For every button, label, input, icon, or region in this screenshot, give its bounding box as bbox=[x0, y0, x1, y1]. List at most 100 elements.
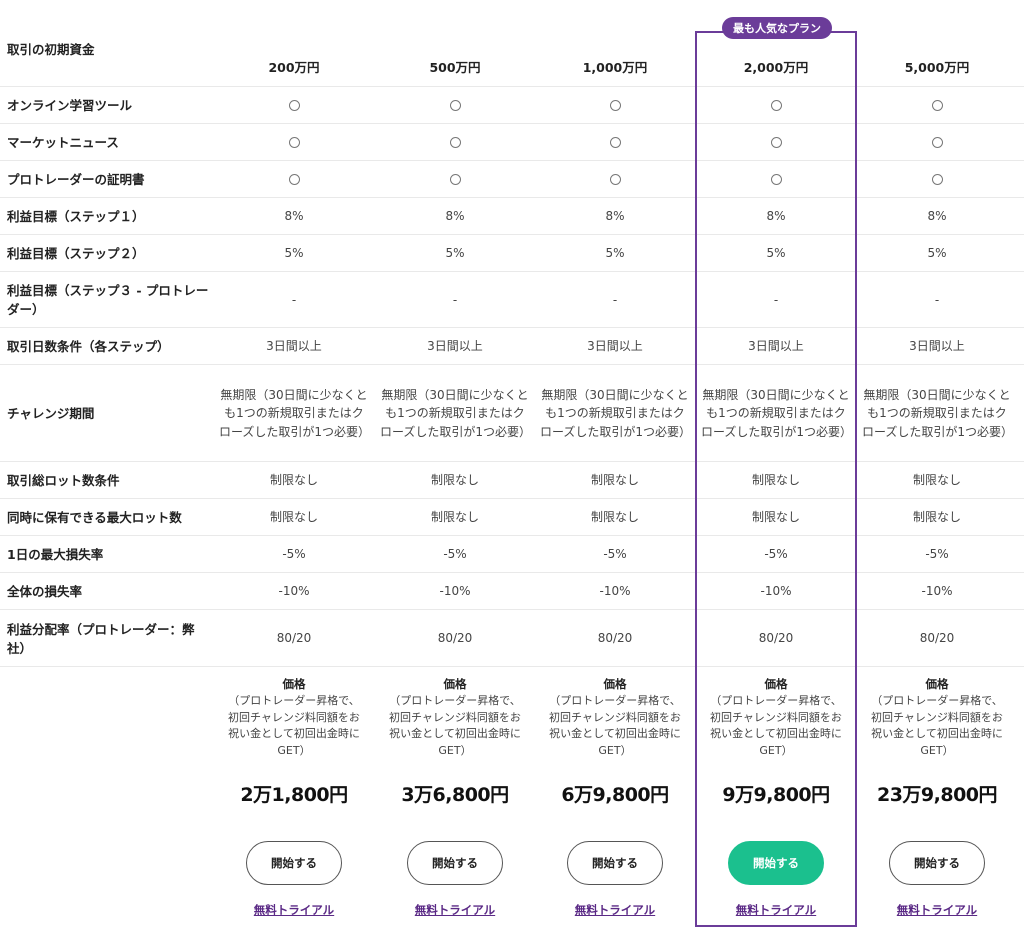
price-title: 価格 bbox=[764, 677, 788, 691]
free-trial-link[interactable]: 無料トライアル bbox=[701, 902, 851, 918]
check-circle-icon: ○ bbox=[288, 174, 300, 185]
table-cell: 制限なし bbox=[380, 499, 530, 536]
table-cell: 無期限（30日間に少なくとも1つの新規取引またはクローズした取引が1つ必要） bbox=[701, 365, 852, 462]
table-cell: ○ bbox=[862, 87, 1012, 124]
cell-value: -10% bbox=[599, 584, 631, 599]
table-cell: 制限なし bbox=[701, 499, 851, 536]
cell-value: - bbox=[291, 292, 297, 307]
table-cell: -5% bbox=[862, 536, 1012, 573]
table-cell: 8% bbox=[219, 198, 369, 235]
price-title: 価格 bbox=[443, 677, 467, 691]
check-circle-icon: ○ bbox=[609, 100, 621, 111]
table-cell: ○ bbox=[219, 124, 369, 161]
table-cell: ○ bbox=[701, 161, 851, 198]
cell-value: 3日間以上 bbox=[587, 339, 643, 354]
row-label: 利益目標（ステップ３ - プロトレーダー） bbox=[7, 283, 209, 317]
cell-value: 制限なし bbox=[269, 473, 318, 488]
cell-value: -5% bbox=[925, 547, 949, 562]
table-cell: 制限なし bbox=[540, 499, 690, 536]
table-cell: 5% bbox=[540, 235, 690, 272]
price-block: 価格 （プロトレーダー昇格で、初回チャレンジ料同額をお祝い金として初回出金時にGE… bbox=[862, 676, 1012, 759]
start-button[interactable]: 開始する bbox=[246, 841, 342, 885]
price-amount: 9万9,800円 bbox=[722, 784, 830, 806]
table-cell: ○ bbox=[701, 87, 851, 124]
row-label: 取引総ロット数条件 bbox=[7, 473, 120, 488]
table-cell: 5% bbox=[701, 235, 851, 272]
table-cell: ○ bbox=[380, 124, 530, 161]
start-button[interactable]: 開始する bbox=[407, 841, 503, 885]
table-cell: 8% bbox=[540, 198, 690, 235]
table-cell: ○ bbox=[701, 124, 851, 161]
price-title: 価格 bbox=[282, 677, 306, 691]
cell-value: 3日間以上 bbox=[748, 339, 804, 354]
cell-value: -10% bbox=[439, 584, 471, 599]
table-cell: 3日間以上 bbox=[219, 328, 369, 365]
price-amount: 2万1,800円 bbox=[240, 784, 348, 806]
table-row: 利益分配率（プロトレーダー：弊社） 80/20 80/20 80/20 80/20 80/… bbox=[0, 610, 1024, 667]
cell-value: 5% bbox=[766, 246, 786, 261]
table-cell: 制限なし bbox=[219, 462, 369, 499]
start-button[interactable]: 開始する bbox=[567, 841, 663, 885]
cell-value: 制限なし bbox=[430, 510, 479, 525]
check-circle-icon: ○ bbox=[449, 174, 461, 185]
cell-value: - bbox=[773, 292, 779, 307]
table-cell: 3日間以上 bbox=[540, 328, 690, 365]
price-block: 価格 （プロトレーダー昇格で、初回チャレンジ料同額をお祝い金として初回出金時にGE… bbox=[540, 676, 690, 759]
start-button[interactable]: 開始する bbox=[728, 841, 824, 885]
table-cell: ○ bbox=[540, 161, 690, 198]
cell-value: 5% bbox=[927, 246, 947, 261]
cell-value: -10% bbox=[921, 584, 953, 599]
check-circle-icon: ○ bbox=[609, 137, 621, 148]
table-row: 取引総ロット数条件 制限なし 制限なし 制限なし 制限なし 制限なし bbox=[0, 462, 1024, 499]
row-label: 同時に保有できる最大ロット数 bbox=[7, 510, 182, 525]
cell-value: 5% bbox=[445, 246, 465, 261]
table-cell: ○ bbox=[862, 124, 1012, 161]
table-cell: 制限なし bbox=[219, 499, 369, 536]
table-cell: -10% bbox=[380, 573, 530, 610]
check-circle-icon: ○ bbox=[288, 137, 300, 148]
table-cell: ○ bbox=[540, 87, 690, 124]
plan-header: 5,000万円 bbox=[904, 59, 970, 75]
row-label: 取引日数条件（各ステップ） bbox=[7, 339, 170, 354]
cell-value: 8% bbox=[766, 209, 786, 224]
row-label: 利益分配率（プロトレーダー：弊社） bbox=[7, 621, 195, 656]
table-row: プロトレーダーの証明書 ○ ○ ○ ○ ○ bbox=[0, 161, 1024, 198]
table-cell: ○ bbox=[380, 87, 530, 124]
check-circle-icon: ○ bbox=[770, 137, 782, 148]
check-circle-icon: ○ bbox=[449, 100, 461, 111]
table-cell: 8% bbox=[380, 198, 530, 235]
row-label: プロトレーダーの証明書 bbox=[7, 172, 145, 187]
table-cell: -5% bbox=[380, 536, 530, 573]
table-row: 取引日数条件（各ステップ） 3日間以上 3日間以上 3日間以上 3日間以上 3日間以上 bbox=[0, 328, 1024, 365]
row-label: 利益目標（ステップ２） bbox=[7, 246, 145, 261]
table-cell: - bbox=[380, 272, 530, 328]
table-cell: 3日間以上 bbox=[380, 328, 530, 365]
cell-value: 80/20 bbox=[919, 631, 955, 646]
price-amount: 6万9,800円 bbox=[561, 784, 669, 806]
cell-value: -5% bbox=[764, 547, 788, 562]
cell-value: 3日間以上 bbox=[427, 339, 483, 354]
cell-value: 無期限（30日間に少なくとも1つの新規取引またはクローズした取引が1つ必要） bbox=[380, 387, 532, 439]
table-row: 利益目標（ステップ３ - プロトレーダー） - - - - - bbox=[0, 272, 1024, 328]
cell-value: 無期限（30日間に少なくとも1つの新規取引またはクローズした取引が1つ必要） bbox=[862, 387, 1014, 439]
table-cell: - bbox=[219, 272, 369, 328]
check-circle-icon: ○ bbox=[770, 174, 782, 185]
free-trial-link[interactable]: 無料トライアル bbox=[380, 902, 530, 918]
cell-value: 8% bbox=[284, 209, 304, 224]
check-circle-icon: ○ bbox=[931, 100, 943, 111]
table-cell: 制限なし bbox=[862, 462, 1012, 499]
cell-value: -10% bbox=[278, 584, 310, 599]
free-trial-link[interactable]: 無料トライアル bbox=[540, 902, 690, 918]
start-button[interactable]: 開始する bbox=[889, 841, 985, 885]
row-label: 利益目標（ステップ１） bbox=[7, 209, 145, 224]
table-cell: 5% bbox=[380, 235, 530, 272]
table-cell: 80/20 bbox=[380, 610, 530, 667]
price-note: （プロトレーダー昇格で、初回チャレンジ料同額をお祝い金として初回出金時にGET） bbox=[549, 694, 681, 757]
table-cell: -10% bbox=[701, 573, 851, 610]
price-amount: 23万9,800円 bbox=[876, 784, 998, 806]
cell-value: 制限なし bbox=[912, 473, 961, 488]
table-cell: 5% bbox=[219, 235, 369, 272]
free-trial-link[interactable]: 無料トライアル bbox=[862, 902, 1012, 918]
table-cell: 制限なし bbox=[701, 462, 851, 499]
free-trial-link[interactable]: 無料トライアル bbox=[219, 902, 369, 918]
